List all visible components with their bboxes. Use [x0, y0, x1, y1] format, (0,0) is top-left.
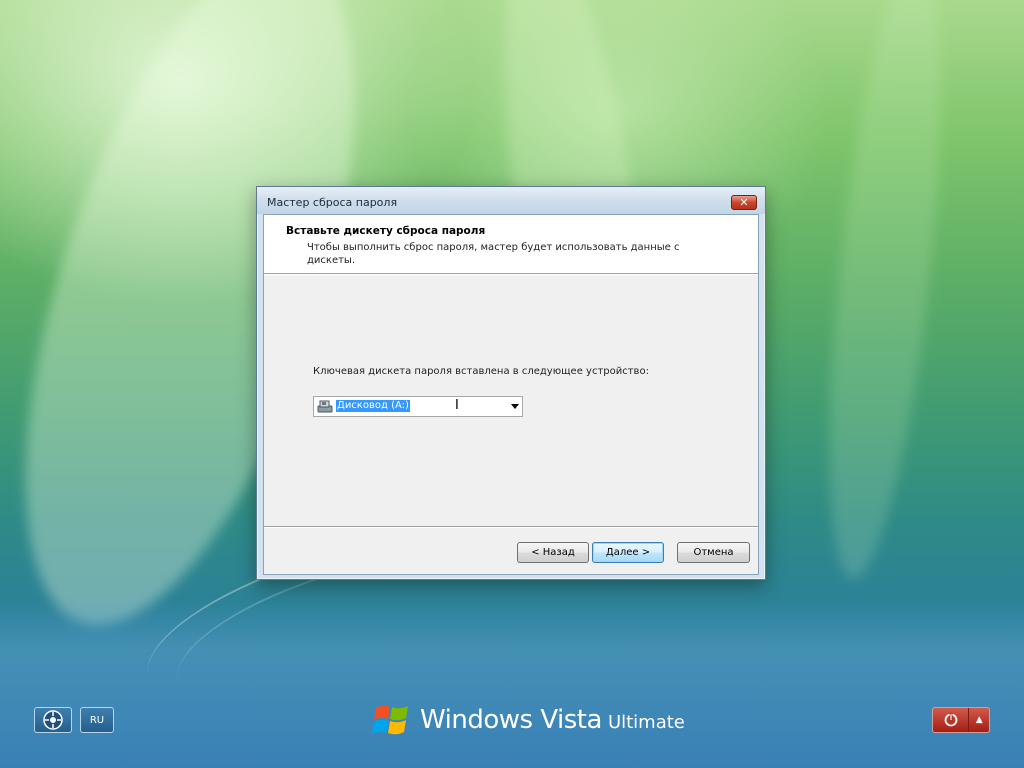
language-button[interactable]: RU [80, 707, 114, 733]
close-button[interactable]: ✕ [731, 195, 757, 210]
window-titlebar[interactable]: Мастер сброса пароля ✕ [257, 187, 765, 214]
ease-of-access-icon [43, 710, 63, 730]
power-controls: ▲ [932, 707, 990, 733]
header-divider [264, 274, 758, 275]
windows-logo-icon [372, 705, 408, 735]
close-icon: ✕ [739, 196, 749, 209]
device-prompt-label: Ключевая дискета пароля вставлена в след… [313, 366, 649, 377]
logon-desktop: Мастер сброса пароля ✕ Вставьте дискету … [0, 0, 1024, 768]
shutdown-options-button[interactable]: ▲ [969, 708, 989, 732]
wizard-header-description: Чтобы выполнить сброс пароля, мастер буд… [307, 242, 680, 266]
wizard-client-area: Вставьте дискету сброса пароля Чтобы вып… [263, 214, 759, 575]
brand-name: Windows Vista [420, 705, 602, 735]
windows-vista-brand: Windows Vista Ultimate [370, 696, 685, 744]
cancel-button[interactable]: Отмена [677, 542, 750, 563]
chevron-down-icon[interactable] [511, 404, 519, 409]
shutdown-button[interactable] [933, 708, 970, 732]
brand-edition: Ultimate [607, 711, 685, 733]
back-button[interactable]: < Назад [517, 542, 589, 563]
text-cursor-icon: I [455, 398, 459, 413]
wizard-header-title: Вставьте дискету сброса пароля [286, 225, 486, 237]
ease-of-access-button[interactable] [34, 707, 72, 733]
next-button[interactable]: Далее > [592, 542, 664, 563]
floppy-drive-icon [317, 400, 333, 413]
power-icon [944, 713, 958, 727]
device-select[interactable]: Дисковод (A:) I [313, 396, 523, 417]
background-light-streak [807, 0, 963, 584]
wizard-header: Вставьте дискету сброса пароля Чтобы вып… [264, 215, 758, 274]
device-select-value: Дисковод (A:) [336, 400, 410, 412]
footer-divider [264, 526, 758, 527]
password-reset-wizard-window: Мастер сброса пароля ✕ Вставьте дискету … [256, 186, 766, 580]
chevron-up-icon: ▲ [975, 715, 983, 725]
window-title: Мастер сброса пароля [267, 196, 398, 209]
